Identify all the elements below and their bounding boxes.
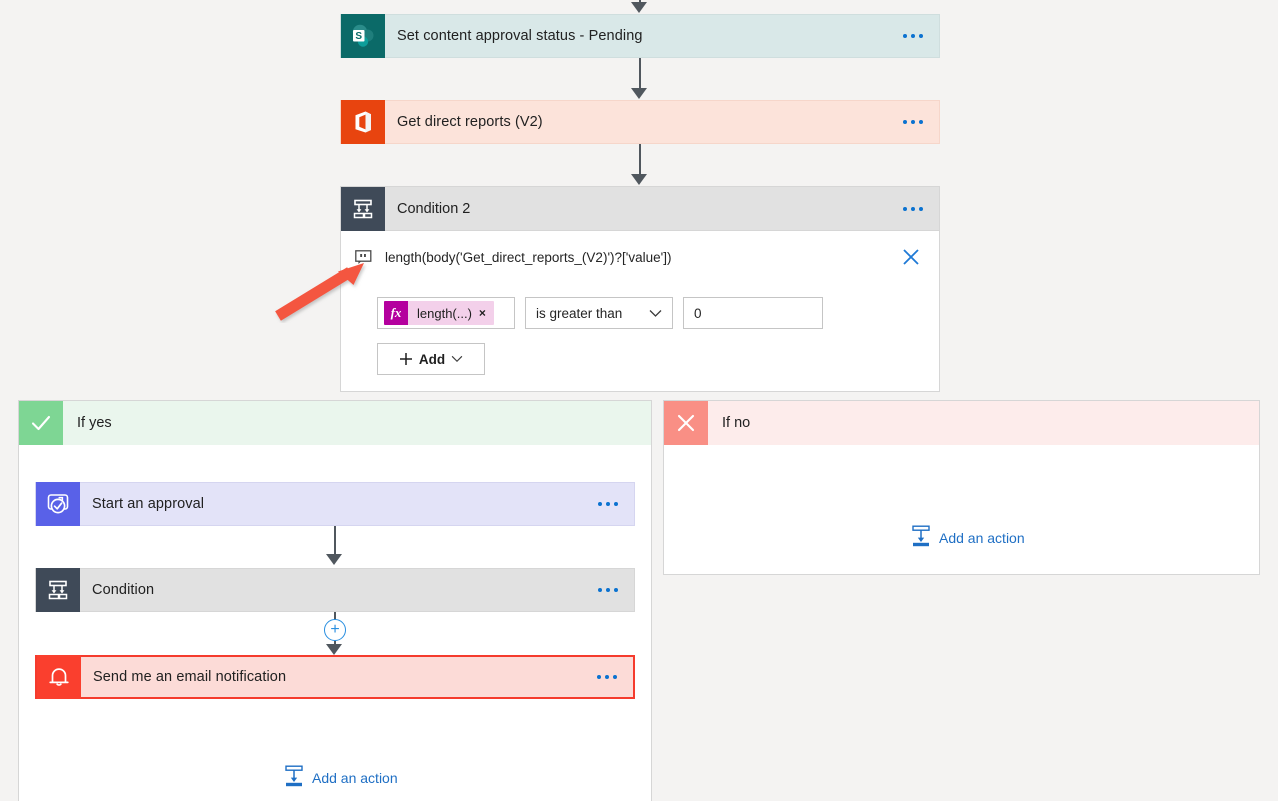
add-action-icon [911, 525, 931, 550]
notification-bell-icon [37, 655, 81, 699]
action-card-overflow-menu[interactable] [582, 483, 634, 525]
branch-if-no-header[interactable]: If no [664, 401, 1259, 445]
add-action-icon [284, 765, 304, 790]
expression-preview-row: length(body('Get_direct_reports_(V2)')?[… [341, 237, 939, 277]
card-icon-container [37, 657, 81, 697]
action-card-overflow-menu[interactable] [887, 15, 939, 57]
expression-text: length(body('Get_direct_reports_(V2)')?[… [377, 250, 897, 265]
add-action-label: Add an action [312, 770, 398, 786]
card-icon-container [341, 187, 385, 230]
condition-card-title: Condition 2 [385, 187, 887, 230]
condition-branch-icon [36, 568, 80, 612]
action-card-title: Start an approval [80, 483, 582, 525]
branch-if-no-label: If no [708, 401, 1259, 445]
action-card-set-content-approval-status[interactable]: S Set content approval status - Pending [340, 14, 940, 58]
card-icon-container: S [341, 15, 385, 57]
close-x-icon [664, 401, 708, 445]
action-card-condition[interactable]: Condition [35, 568, 635, 612]
add-action-button-yes[interactable]: Add an action [284, 765, 398, 790]
add-condition-button[interactable]: Add [377, 343, 485, 375]
action-card-overflow-menu[interactable] [581, 657, 633, 697]
plus-icon: + [330, 622, 339, 638]
add-action-button-no[interactable]: Add an action [911, 525, 1025, 550]
connector-arrowhead-top [631, 2, 647, 13]
action-card-get-direct-reports-v2[interactable]: Get direct reports (V2) [340, 100, 940, 144]
branch-if-yes-label: If yes [63, 401, 651, 445]
approvals-icon [36, 482, 80, 526]
action-card-overflow-menu[interactable] [887, 101, 939, 143]
connector-arrowhead-yes-1 [326, 554, 342, 565]
condition-card-condition-2[interactable]: Condition 2 length(body('Get_direct_repo… [340, 186, 940, 392]
connector-arrowhead-2 [631, 174, 647, 185]
action-card-overflow-menu[interactable] [582, 569, 634, 611]
svg-text:S: S [355, 31, 362, 42]
condition-branch-icon [341, 187, 385, 231]
red-annotation-arrow [272, 258, 382, 328]
fx-icon: fx [384, 301, 408, 325]
operator-label: is greater than [536, 306, 622, 321]
action-card-send-me-an-email-notification[interactable]: Send me an email notification [35, 655, 635, 699]
close-icon[interactable] [897, 248, 925, 266]
connector-line-2 [639, 144, 641, 176]
action-card-title: Get direct reports (V2) [385, 101, 887, 143]
action-card-title: Set content approval status - Pending [385, 15, 887, 57]
card-icon-container [36, 483, 80, 525]
action-card-title: Condition [80, 569, 582, 611]
condition-expression-row: fx length(...) × is greater than 0 [341, 297, 939, 329]
checkmark-icon [19, 401, 63, 445]
condition-left-operand-field[interactable]: fx length(...) × [377, 297, 515, 329]
token-label: length(...) [408, 306, 479, 321]
card-icon-container [341, 101, 385, 143]
chevron-down-icon [451, 355, 463, 363]
condition-value-input[interactable]: 0 [683, 297, 823, 329]
connector-arrowhead-yes-2 [326, 644, 342, 655]
add-condition-label: Add [419, 352, 445, 367]
chevron-down-icon [649, 309, 662, 318]
add-action-label: Add an action [939, 530, 1025, 546]
connector-line-yes-1 [334, 526, 336, 556]
plus-icon [399, 352, 413, 366]
connector-arrowhead-1 [631, 88, 647, 99]
insert-action-button[interactable]: + [324, 619, 346, 641]
expression-token-chip[interactable]: fx length(...) × [384, 301, 494, 325]
action-card-start-an-approval[interactable]: Start an approval [35, 482, 635, 526]
condition-card-overflow-menu[interactable] [887, 187, 939, 230]
card-icon-container [36, 569, 80, 611]
condition-operator-dropdown[interactable]: is greater than [525, 297, 673, 329]
condition-card-header[interactable]: Condition 2 [341, 187, 939, 231]
action-card-title: Send me an email notification [81, 657, 581, 697]
sharepoint-icon: S [341, 14, 385, 58]
office365-users-icon [341, 100, 385, 144]
condition-value-text: 0 [694, 306, 702, 321]
branch-if-yes-header[interactable]: If yes [19, 401, 651, 445]
connector-line-1 [639, 58, 641, 90]
flow-designer-canvas: S Set content approval status - Pending … [0, 0, 1278, 801]
token-remove-icon[interactable]: × [479, 306, 494, 320]
